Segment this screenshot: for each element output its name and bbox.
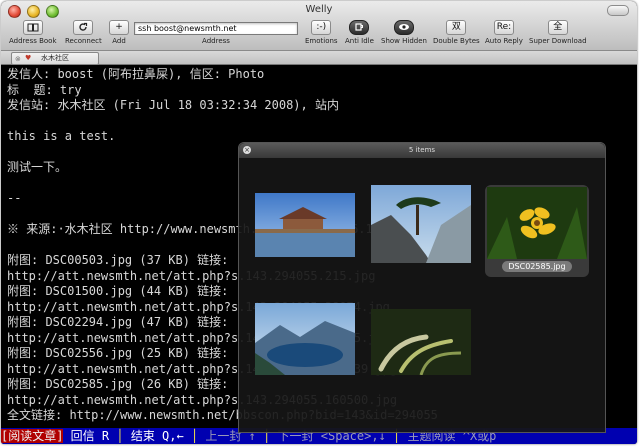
terminal-line: 附图: DSC01500.jpg (44 KB) 链接: (7, 284, 229, 298)
reading-mode-label: [阅读文章] (1, 429, 64, 443)
address-book-button[interactable]: Address Book (9, 20, 57, 45)
image-preview-panel: × 5 items DSC02585.jpg (238, 142, 606, 433)
emotions-button[interactable]: :-) Emotions (305, 20, 338, 45)
terminal-line: 附图: DSC00503.jpg (37 KB) 链接: (7, 253, 229, 267)
show-hidden-label: Show Hidden (381, 37, 427, 45)
window-title: Welly (305, 4, 333, 15)
address-input[interactable] (134, 22, 298, 35)
cup-icon (349, 20, 370, 35)
tab-close-icon[interactable]: ⊗ (15, 54, 21, 65)
terminal-line: 附图: DSC02294.jpg (47 KB) 链接: (7, 315, 229, 329)
add-label: Add (112, 37, 126, 45)
reply-hint: 回信 R (63, 429, 117, 443)
thumbnail-dsc02556[interactable] (371, 309, 471, 375)
terminal-line: 发信人: boost (阿布拉鼻屎), 信区: Photo (7, 67, 265, 81)
auto-reply-label: Auto Reply (485, 37, 523, 45)
reply-icon: Re: (493, 20, 514, 35)
thumbnail-image (371, 185, 471, 263)
selected-caption: DSC02585.jpg (485, 261, 589, 272)
eye-icon (393, 20, 414, 35)
super-download-button[interactable]: 全 Super Download (529, 20, 587, 45)
terminal-line: 发信站: 水木社区 (Fri Jul 18 03:32:34 2008), 站内 (7, 98, 339, 112)
anti-idle-label: Anti Idle (345, 37, 374, 45)
terminal-line: 测试一下。 (7, 160, 68, 174)
address-book-label: Address Book (9, 37, 57, 45)
tab-label: 水木社区 (41, 54, 69, 62)
thumbnail-dsc01500[interactable] (371, 185, 471, 263)
thumbnail-image (255, 303, 355, 375)
emoticon-icon: :-) (311, 20, 332, 35)
tab-newsmth[interactable]: ⊗ ♥ 水木社区 (11, 52, 99, 65)
status-separator: │ (116, 429, 124, 443)
thumbnail-dsc00503[interactable] (255, 193, 355, 257)
preview-title: 5 items (408, 146, 436, 154)
reconnect-label: Reconnect (65, 37, 102, 45)
reconnect-button[interactable]: Reconnect (65, 20, 102, 45)
refresh-icon (73, 20, 94, 35)
thumbnail-dsc02585[interactable]: DSC02585.jpg (485, 185, 589, 277)
add-button[interactable]: + Add (109, 20, 129, 45)
terminal-line: 标 题: try (7, 82, 82, 97)
double-bytes-button[interactable]: 双 Double Bytes (433, 20, 480, 45)
thumbnail-image (371, 309, 471, 375)
terminal-line: 附图: DSC02585.jpg (26 KB) 链接: (7, 377, 229, 391)
address-field-group: Address (133, 22, 299, 45)
terminal-line: this is a test. (7, 129, 116, 143)
title-bar: Welly Address Book Reconnect + Add Addre… (1, 1, 637, 51)
preview-header: × 5 items (239, 143, 605, 158)
double-bytes-icon: 双 (446, 20, 467, 35)
thumbnail-image (487, 187, 587, 259)
book-icon (22, 20, 43, 35)
close-icon[interactable]: × (243, 146, 251, 154)
tab-bar: ⊗ ♥ 水木社区 (1, 51, 637, 65)
end-hint: 结束 Q,← (123, 429, 191, 443)
super-download-label: Super Download (529, 37, 587, 45)
plus-icon: + (109, 20, 129, 35)
thumbnail-image (255, 193, 355, 257)
download-icon: 全 (547, 20, 568, 35)
terminal-line: 附图: DSC02556.jpg (25 KB) 链接: (7, 346, 229, 360)
anti-idle-button[interactable]: Anti Idle (345, 20, 374, 45)
auto-reply-button[interactable]: Re: Auto Reply (485, 20, 523, 45)
toolbar-toggle-button[interactable] (607, 5, 629, 16)
terminal-line: -- (7, 191, 22, 205)
double-bytes-label: Double Bytes (433, 37, 480, 45)
show-hidden-button[interactable]: Show Hidden (381, 20, 427, 45)
thumbnail-dsc02294[interactable] (255, 303, 355, 375)
emotions-label: Emotions (305, 37, 338, 45)
heart-icon: ♥ (25, 54, 32, 62)
address-label: Address (202, 37, 230, 45)
app-window: Welly Address Book Reconnect + Add Addre… (1, 1, 637, 444)
